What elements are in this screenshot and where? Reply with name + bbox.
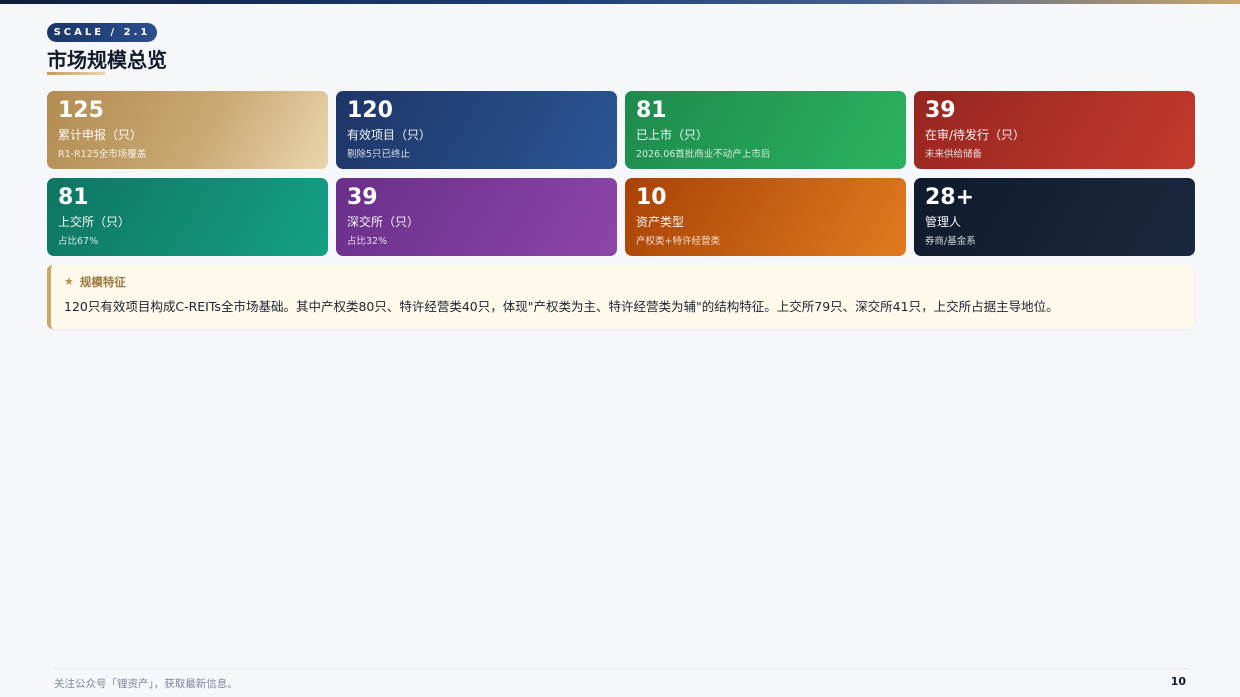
- stat-value: 81: [636, 98, 667, 123]
- stat-subtext: 占比32%: [347, 236, 388, 247]
- stat-value: 120: [347, 98, 393, 123]
- title-underline: [47, 72, 105, 75]
- stat-label: 资产类型: [636, 215, 685, 229]
- stat-value: 10: [636, 185, 667, 210]
- stat-card-managers: 28+ 管理人 券商/基金系: [914, 178, 1195, 256]
- stat-subtext: 占比67%: [58, 236, 99, 247]
- stat-card-asset-types: 10 资产类型 产权类+特许经营类: [625, 178, 906, 256]
- page-title: 市场规模总览: [47, 48, 167, 72]
- stat-value: 39: [347, 185, 378, 210]
- stat-card-szse: 39 深交所（只） 占比32%: [336, 178, 617, 256]
- page-number: 10: [1170, 675, 1186, 688]
- footer-divider: [54, 668, 1188, 669]
- stat-subtext: 产权类+特许经营类: [636, 236, 720, 247]
- stat-subtext: 券商/基金系: [925, 236, 976, 247]
- stat-card-sse: 81 上交所（只） 占比67%: [47, 178, 328, 256]
- stat-subtext: R1-R125全市场覆盖: [58, 149, 147, 160]
- stat-label: 深交所（只）: [347, 215, 420, 229]
- callout-text: 120只有效项目构成C-REITs全市场基础。其中产权类80只、特许经营类40只…: [64, 299, 1059, 314]
- stat-value: 39: [925, 98, 956, 123]
- stat-label: 累计申报（只）: [58, 128, 143, 142]
- stat-card-listed: 81 已上市（只） 2026.06首批商业不动产上市后: [625, 91, 906, 169]
- footer-note: 关注公众号「锂资产」，获取最新信息。: [54, 678, 238, 690]
- stat-label: 管理人: [925, 215, 962, 229]
- stat-card-pending: 39 在审/待发行（只） 未来供给储备: [914, 91, 1195, 169]
- callout-heading: 规模特征: [79, 275, 126, 289]
- stat-subtext: 未来供给储备: [925, 149, 983, 160]
- stat-value: 125: [58, 98, 104, 123]
- star-icon: ★: [64, 275, 74, 288]
- stat-card-valid-projects: 120 有效项目（只） 剔除5只已终止: [336, 91, 617, 169]
- scale-feature-callout: ★ 规模特征 120只有效项目构成C-REITs全市场基础。其中产权类80只、特…: [47, 265, 1194, 329]
- stat-label: 有效项目（只）: [347, 128, 432, 142]
- stat-value: 81: [58, 185, 89, 210]
- stat-card-total-applications: 125 累计申报（只） R1-R125全市场覆盖: [47, 91, 328, 169]
- callout-heading-row: ★ 规模特征: [64, 274, 1181, 290]
- stat-subtext: 剔除5只已终止: [347, 149, 411, 160]
- stat-value: 28+: [925, 185, 975, 210]
- stat-label: 在审/待发行（只）: [925, 128, 1026, 142]
- stat-label: 上交所（只）: [58, 215, 131, 229]
- section-badge: SCALE / 2.1: [47, 23, 157, 42]
- stat-subtext: 2026.06首批商业不动产上市后: [636, 149, 771, 160]
- top-accent-bar: [0, 0, 1240, 4]
- stat-label: 已上市（只）: [636, 128, 709, 142]
- stats-grid: 125 累计申报（只） R1-R125全市场覆盖 120 有效项目（只） 剔除5…: [47, 91, 1195, 256]
